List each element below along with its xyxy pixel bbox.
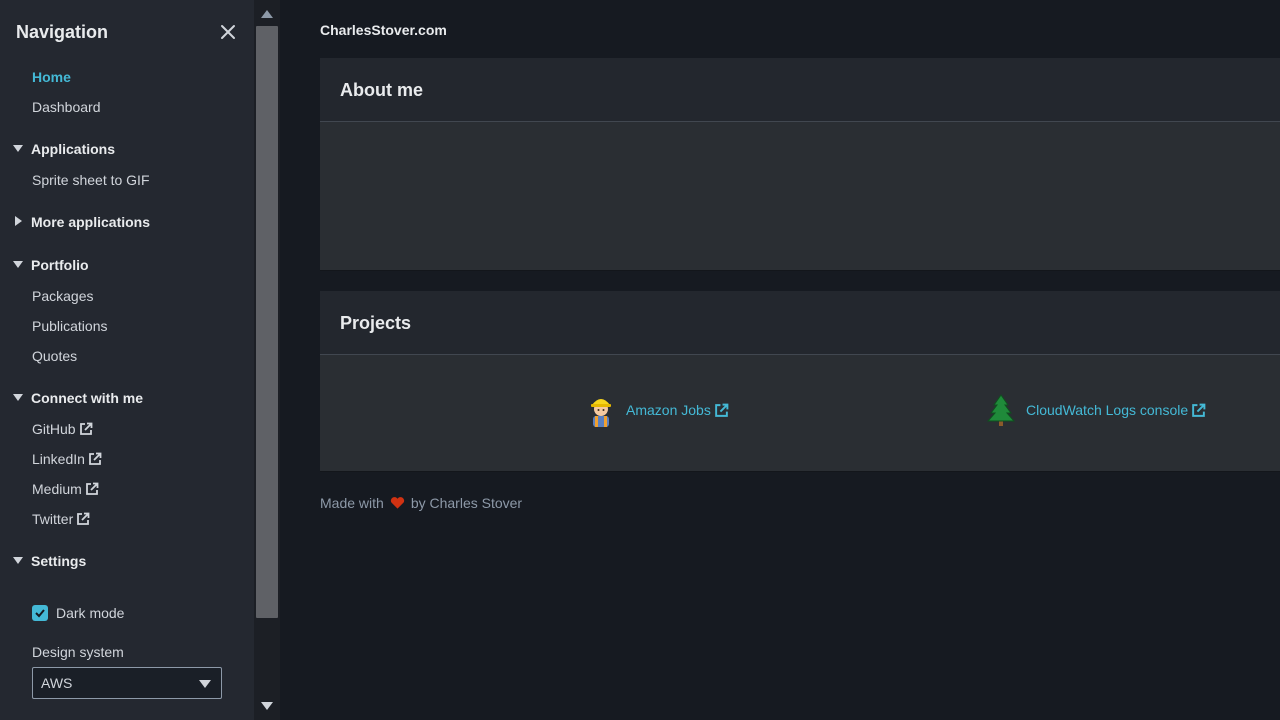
- section-connect-label: Connect with me: [31, 390, 144, 406]
- about-me-header: About me: [320, 58, 1280, 122]
- caret-right-icon: [12, 215, 24, 227]
- external-link-icon: [715, 403, 729, 417]
- twitter-label: Twitter: [32, 511, 74, 527]
- nav-link-github[interactable]: GitHub: [32, 420, 93, 438]
- external-link-icon: [85, 482, 99, 495]
- close-navigation-button[interactable]: [218, 22, 238, 42]
- dropdown-caret-icon: [199, 680, 211, 688]
- nav-link-sprite-sheet-to-gif[interactable]: Sprite sheet to GIF: [32, 171, 150, 189]
- section-portfolio[interactable]: Portfolio: [12, 256, 89, 274]
- scroll-down-button[interactable]: [254, 694, 280, 720]
- site-title-link[interactable]: CharlesStover.com: [320, 22, 447, 38]
- external-link-icon: [89, 452, 102, 465]
- heart-icon: [390, 497, 404, 509]
- footer: Made with by Charles Stover: [320, 494, 522, 512]
- about-me-card: About me: [320, 58, 1280, 271]
- caret-down-icon: [12, 554, 24, 566]
- external-link-icon: [1192, 403, 1206, 417]
- evergreen-tree-emoji-icon: [986, 393, 1016, 427]
- nav-link-packages[interactable]: Packages: [32, 287, 93, 305]
- scroll-up-button[interactable]: [254, 0, 280, 26]
- sidebar-scrollbar[interactable]: [254, 0, 280, 720]
- projects-card: Projects Amazon Jobs CloudWatch Logs con…: [320, 291, 1280, 472]
- design-system-select[interactable]: AWS: [32, 667, 222, 699]
- footer-suffix: by Charles Stover: [410, 495, 523, 511]
- navigation-title: Navigation: [16, 22, 109, 42]
- section-portfolio-label: Portfolio: [31, 257, 89, 273]
- design-system-label: Design system: [32, 644, 124, 660]
- section-connect-with-me[interactable]: Connect with me: [12, 389, 143, 407]
- nav-link-quotes[interactable]: Quotes: [32, 347, 77, 365]
- caret-down-icon: [12, 142, 24, 154]
- scroll-up-arrow-icon: [261, 10, 273, 18]
- navigation-sidebar: Navigation Home Dashboard Applications S…: [0, 0, 254, 720]
- cloudwatch-logs-console-link: CloudWatch Logs console: [1026, 402, 1189, 418]
- section-settings[interactable]: Settings: [12, 552, 86, 570]
- medium-label: Medium: [32, 481, 82, 497]
- section-applications[interactable]: Applications: [12, 140, 115, 158]
- nav-link-home[interactable]: Home: [32, 68, 71, 86]
- amazon-jobs-link: Amazon Jobs: [626, 402, 711, 418]
- project-cloudwatch-logs-console[interactable]: CloudWatch Logs console: [986, 393, 1206, 427]
- navigation-header: Navigation: [16, 20, 238, 44]
- footer-prefix: Made with: [320, 495, 384, 511]
- caret-down-icon: [12, 391, 24, 403]
- scroll-thumb[interactable]: [256, 26, 278, 618]
- nav-link-twitter[interactable]: Twitter: [32, 510, 90, 528]
- about-me-title: About me: [340, 80, 423, 100]
- nav-link-publications[interactable]: Publications: [32, 317, 108, 335]
- project-amazon-jobs[interactable]: Amazon Jobs: [586, 393, 729, 427]
- construction-worker-emoji-icon: [586, 393, 616, 427]
- checkbox-checked-icon: [32, 605, 48, 621]
- projects-body: Amazon Jobs CloudWatch Logs console: [320, 355, 1280, 471]
- nav-link-dashboard[interactable]: Dashboard: [32, 98, 101, 116]
- section-more-applications-label: More applications: [31, 214, 151, 230]
- section-more-applications[interactable]: More applications: [12, 213, 150, 231]
- section-settings-label: Settings: [31, 553, 87, 569]
- external-link-icon: [79, 422, 92, 435]
- dark-mode-label: Dark mode: [56, 605, 125, 621]
- caret-down-icon: [12, 258, 24, 270]
- section-applications-label: Applications: [31, 141, 116, 157]
- projects-title: Projects: [340, 313, 412, 333]
- nav-link-linkedin[interactable]: LinkedIn: [32, 450, 102, 468]
- projects-header: Projects: [320, 291, 1280, 355]
- external-link-icon: [77, 512, 90, 525]
- github-label: GitHub: [32, 421, 76, 437]
- dark-mode-checkbox[interactable]: Dark mode: [32, 604, 124, 622]
- linkedin-label: LinkedIn: [32, 451, 85, 467]
- close-icon: [221, 25, 235, 39]
- scroll-down-arrow-icon: [261, 702, 273, 710]
- design-system-value: AWS: [41, 675, 73, 691]
- nav-link-medium[interactable]: Medium: [32, 480, 99, 498]
